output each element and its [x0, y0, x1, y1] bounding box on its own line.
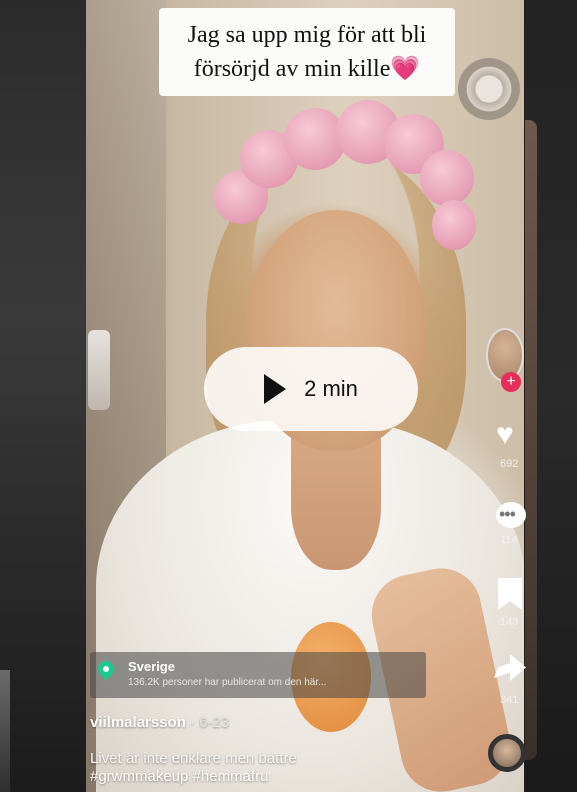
previous-video-strip[interactable]	[0, 0, 86, 792]
post-hashtags[interactable]: #grwmmakeup #hemmafru	[90, 768, 268, 785]
post-info: Sverige 136.2K personer har publicerat o…	[86, 650, 486, 792]
post-description: Livet är inte enklare men bättre	[90, 750, 297, 767]
location-subtext: 136.2K personer har publicerat om den hä…	[128, 677, 327, 688]
video-subject-headband	[214, 100, 476, 270]
likes-count: 692	[500, 458, 519, 470]
share-arrow-icon[interactable]	[494, 654, 526, 681]
post-date: · 6-23	[185, 714, 230, 731]
creator-username[interactable]: viilmalarsson · 6-23	[90, 714, 229, 731]
caption-line-1: Jag sa upp mig för att bli	[187, 22, 427, 48]
video-background-bottle	[88, 330, 110, 410]
location-tag[interactable]: Sverige 136.2K personer har publicerat o…	[90, 652, 426, 698]
comments-count: 114	[500, 534, 518, 546]
location-pin-icon	[94, 657, 118, 681]
pink-heart-icon: 💗	[390, 56, 421, 82]
previous-video-thumbnail	[0, 670, 10, 792]
feed-page: mcn Jag sa upp mig för att bli försörjd …	[0, 0, 577, 792]
action-rail: + ♥ 692 ••• 114 143 341	[484, 320, 526, 792]
play-icon	[264, 374, 287, 404]
shares-count: 341	[500, 694, 519, 706]
next-video-edge	[525, 120, 537, 760]
video-watermark: mcn	[262, 560, 282, 570]
bookmarks-count: 143	[500, 616, 519, 628]
next-video-strip[interactable]	[525, 0, 577, 792]
play-video-button[interactable]: 2 min	[204, 347, 418, 431]
music-disc-icon[interactable]	[488, 734, 526, 772]
like-heart-icon[interactable]: ♥	[496, 420, 514, 450]
video-subject-neck	[291, 430, 381, 570]
video-caption-overlay: Jag sa upp mig för att bli försörjd av m…	[159, 8, 455, 96]
username-text: viilmalarsson	[90, 714, 186, 731]
follow-plus-icon[interactable]: +	[501, 372, 521, 392]
bookmark-icon[interactable]	[498, 578, 522, 610]
video-duration-label: 2 min	[304, 376, 358, 401]
caption-line-2: försörjd av min kille💗	[193, 56, 421, 82]
location-name: Sverige	[128, 659, 175, 674]
comment-icon[interactable]: •••	[496, 502, 526, 528]
